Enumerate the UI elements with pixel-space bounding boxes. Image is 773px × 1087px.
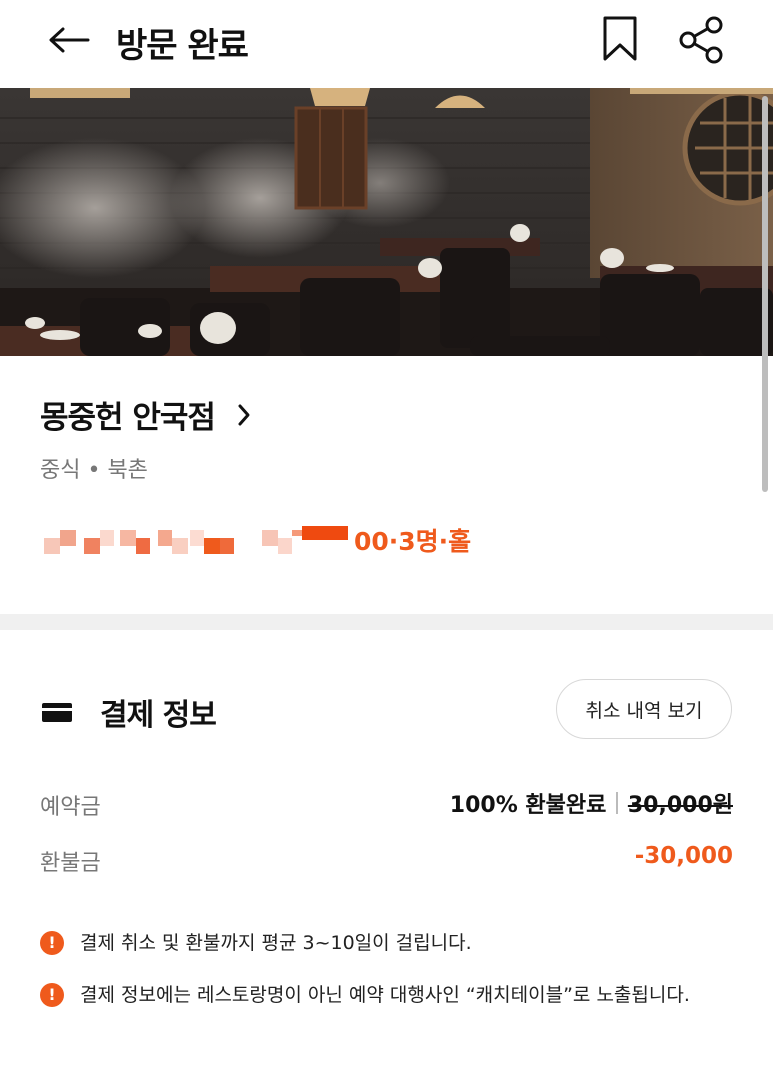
refund-status: 100% 환불완료 <box>449 793 607 818</box>
visit-complete-page: 방문 완료 몽중헌 안국점 중식 • 북촌 00·3명·홀 결제 정보 취소 내… <box>0 0 773 1087</box>
deposit-label: 예약금 <box>40 795 101 820</box>
payment-section-title: 결제 정보 <box>100 698 217 733</box>
info-icon: ! <box>40 983 64 1007</box>
restaurant-name-link[interactable]: 몽중헌 안국점 <box>40 392 251 437</box>
restaurant-category-location: 중식 • 북촌 <box>40 458 148 483</box>
arrow-left-icon <box>49 27 90 53</box>
scrollbar[interactable] <box>762 96 768 492</box>
info-icon: ! <box>40 931 64 955</box>
restaurant-interior-image <box>0 88 773 356</box>
section-divider <box>0 614 773 630</box>
chevron-right-icon <box>237 403 251 427</box>
refund-label: 환불금 <box>40 851 101 876</box>
back-button[interactable] <box>48 20 96 60</box>
share-icon <box>679 16 723 64</box>
value-separator <box>616 792 618 814</box>
top-app-bar: 방문 완료 <box>0 0 773 88</box>
refund-amount: -30,000 <box>634 843 733 869</box>
credit-card-icon <box>40 700 74 724</box>
page-title: 방문 완료 <box>116 26 249 66</box>
payment-section-header: 결제 정보 <box>40 690 217 734</box>
bookmark-button[interactable] <box>600 15 644 65</box>
notice-item: ! 결제 정보에는 레스토랑명이 아닌 예약 대행사인 “캐치테이블”로 노출됩… <box>40 978 740 1012</box>
original-deposit-price: 30,000원 <box>627 793 733 818</box>
view-cancel-history-button[interactable]: 취소 내역 보기 <box>556 679 732 739</box>
restaurant-name: 몽중헌 안국점 <box>40 400 216 436</box>
notice-item: ! 결제 취소 및 환불까지 평균 3~10일이 걸립니다. <box>40 926 472 960</box>
notice-text: 결제 취소 및 환불까지 평균 3~10일이 걸립니다. <box>80 932 472 954</box>
redacted-reservation-datetime <box>40 522 350 558</box>
notice-text: 결제 정보에는 레스토랑명이 아닌 예약 대행사인 “캐치테이블”로 노출됩니다… <box>80 984 690 1006</box>
bookmark-icon <box>603 16 637 61</box>
deposit-value: 100% 환불완료 30,000원 <box>450 787 733 819</box>
reservation-details: 00·3명·홀 <box>40 520 471 560</box>
restaurant-photo[interactable] <box>0 88 773 356</box>
reservation-time-party-seat: 00·3명·홀 <box>354 527 472 556</box>
share-button[interactable] <box>676 15 726 65</box>
